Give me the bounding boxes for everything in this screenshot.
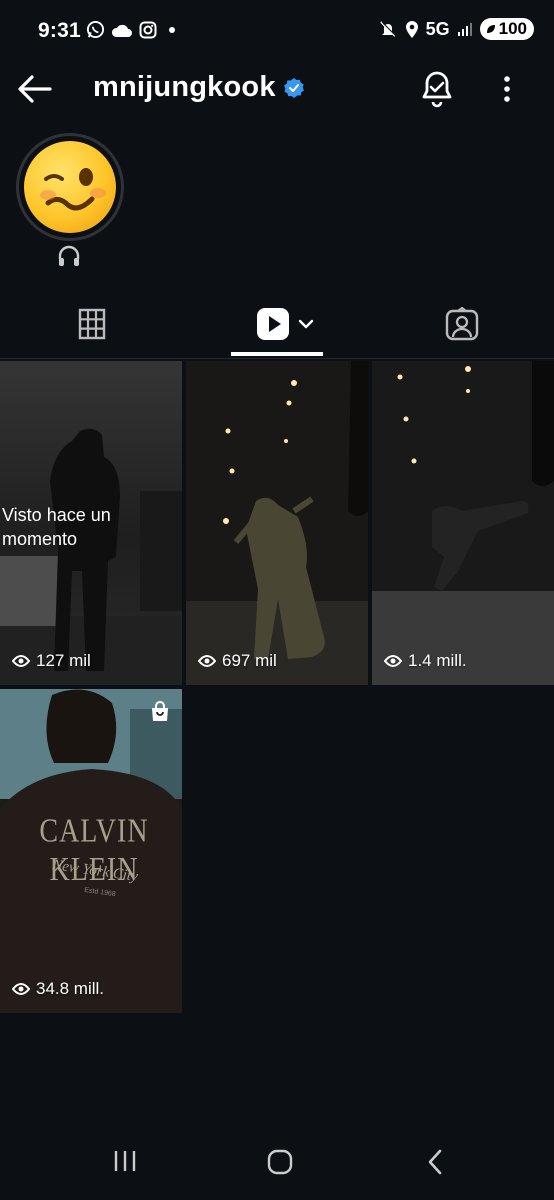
reel-views: 127 mil <box>12 651 91 671</box>
seen-label: Visto hace un momento <box>2 505 111 549</box>
network-type: 5G <box>425 18 450 39</box>
reel-view-count: 1.4 mill. <box>408 651 467 670</box>
battery-indicator: 100 <box>479 18 534 40</box>
reel-views: 34.8 mill. <box>12 979 104 999</box>
signal-icon <box>457 23 472 36</box>
system-navigation-bar <box>0 1130 554 1200</box>
verified-badge-icon <box>283 77 304 98</box>
woozy-face-icon <box>40 168 106 211</box>
reel-view-count: 127 mil <box>36 651 91 670</box>
eye-icon <box>384 655 402 667</box>
shopping-bag-icon <box>150 701 170 728</box>
reel-tile[interactable]: Visto hace un momento 127 mil <box>0 361 182 685</box>
cloud-icon <box>111 24 132 37</box>
recent-apps-icon[interactable] <box>112 1148 138 1174</box>
eye-icon <box>12 983 30 995</box>
eye-icon <box>198 655 216 667</box>
active-tab-indicator <box>231 352 323 356</box>
battery-icon <box>486 25 495 33</box>
profile-tabs <box>0 290 554 359</box>
reel-view-count: 697 mil <box>222 651 277 670</box>
chevron-down-icon <box>298 319 314 329</box>
profile-username: mnijungkook <box>93 71 276 103</box>
tab-reels[interactable] <box>240 290 330 358</box>
home-icon[interactable] <box>266 1148 294 1176</box>
grid-icon <box>78 308 106 340</box>
reel-views: 1.4 mill. <box>384 651 467 671</box>
profile-avatar-ring[interactable] <box>16 133 124 241</box>
tagged-person-icon <box>445 307 479 341</box>
battery-level: 100 <box>498 19 527 38</box>
tab-posts[interactable] <box>58 290 126 358</box>
reel-views: 697 mil <box>198 651 277 671</box>
tab-tagged[interactable] <box>428 290 496 358</box>
reel-thumbnail-image <box>186 361 368 685</box>
profile-header: mnijungkook <box>0 62 554 118</box>
whatsapp-icon <box>86 20 105 39</box>
more-options-icon[interactable] <box>494 72 520 106</box>
location-icon <box>405 20 418 38</box>
dot-icon <box>169 26 175 33</box>
mute-icon <box>379 21 396 37</box>
eye-icon <box>12 655 30 667</box>
status-system-icons: 5G 100 <box>378 18 534 40</box>
avatar <box>24 141 116 233</box>
username-container: mnijungkook <box>93 71 304 104</box>
reel-view-count: 34.8 mill. <box>36 979 105 998</box>
reel-tile[interactable]: CALVIN KLEIN New York City Estd 1968 34.… <box>0 689 182 1013</box>
reels-play-icon <box>257 308 289 340</box>
status-bar: 9:31 5G 100 <box>0 0 554 62</box>
status-time: 9:31 <box>38 19 81 42</box>
notification-bell-icon[interactable] <box>420 70 454 108</box>
back-icon[interactable] <box>424 1148 446 1176</box>
reel-tile[interactable]: 697 mil <box>186 361 368 685</box>
headphones-icon[interactable] <box>57 245 81 267</box>
instagram-icon <box>139 21 157 38</box>
reel-thumbnail-image <box>372 361 554 685</box>
status-notification-icons <box>86 20 177 39</box>
reel-tile[interactable]: 1.4 mill. <box>372 361 554 685</box>
back-arrow-icon[interactable] <box>16 72 54 106</box>
